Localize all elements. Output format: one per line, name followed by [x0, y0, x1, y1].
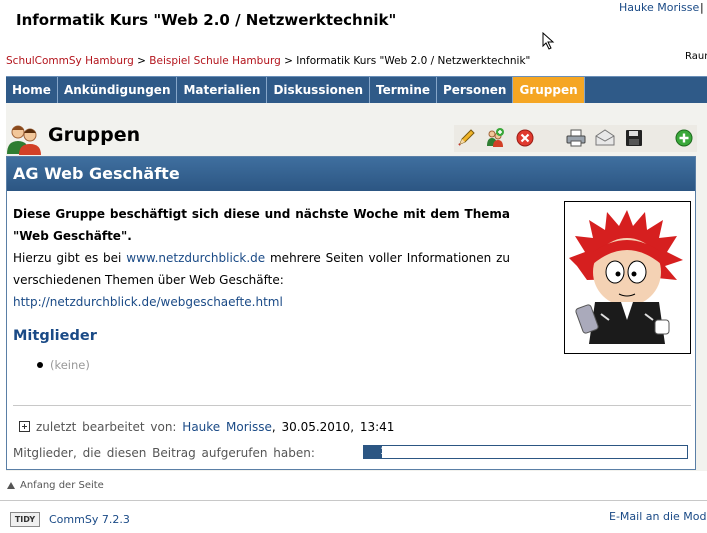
group-title: AG Web Geschäfte [13, 164, 180, 183]
last-edited: zuletzt bearbeitet von: Hauke Morisse, 3… [36, 420, 394, 434]
breadcrumb-separator: > [284, 55, 293, 67]
breadcrumb-item-portal[interactable]: SchulCommSy Hamburg [6, 55, 134, 67]
section-title: Gruppen [48, 124, 141, 146]
last-edited-label: zuletzt bearbeitet von: [36, 420, 177, 434]
divider [13, 405, 691, 406]
tab-home[interactable]: Home [6, 77, 58, 104]
print-icon[interactable] [566, 128, 586, 148]
commsy-version-link[interactable]: CommSy 7.2.3 [49, 513, 130, 526]
tidy-badge[interactable]: TIDY [10, 512, 40, 527]
description-bold: Diese Gruppe beschäftigt sich diese und … [13, 207, 510, 243]
breadcrumb: SchulCommSy Hamburg > Beispiel Schule Ha… [6, 55, 530, 67]
mail-icon[interactable] [595, 128, 615, 148]
edit-icon[interactable] [456, 128, 476, 148]
tab-personen[interactable]: Personen [437, 77, 514, 104]
expand-plus-icon[interactable] [19, 421, 30, 432]
save-icon[interactable] [624, 128, 644, 148]
add-member-icon[interactable] [485, 128, 505, 148]
add-icon[interactable] [674, 128, 694, 148]
tab-diskussionen[interactable]: Diskussionen [267, 77, 371, 104]
breadcrumb-item-school[interactable]: Beispiel Schule Hamburg [149, 55, 281, 67]
page-title: Informatik Kurs "Web 2.0 / Netzwerktechn… [16, 11, 397, 29]
last-editor-link[interactable]: Hauke Morisse [182, 420, 272, 434]
back-to-top-link[interactable]: Anfang der Seite [20, 480, 104, 491]
members-heading: Mitglieder [13, 328, 97, 344]
views-count: 1 [380, 447, 386, 457]
members-empty: (keine) [50, 358, 90, 372]
views-bar: 1 [363, 445, 688, 459]
footer-divider [0, 500, 707, 501]
action-toolbar [454, 125, 697, 152]
breadcrumb-separator: > [137, 55, 146, 67]
avatar-image [569, 210, 683, 344]
group-header: AG Web Geschäfte [7, 157, 695, 191]
webgeschaefte-link[interactable]: http://netzdurchblick.de/webgeschaefte.h… [13, 295, 283, 309]
main-nav: Home Ankündigungen Materialien Diskussio… [6, 76, 707, 104]
email-moderation-link[interactable]: E-Mail an die Mode [609, 510, 707, 523]
group-avatar [564, 201, 691, 354]
netzdurchblick-link[interactable]: www.netzdurchblick.de [126, 251, 265, 265]
mouse-cursor-icon [542, 32, 555, 50]
groups-icon [7, 125, 41, 155]
views-label: Mitglieder, die diesen Beitrag aufgerufe… [13, 446, 315, 460]
room-label-cut[interactable]: Raur [685, 51, 707, 62]
last-edited-date: , 30.05.2010, 13:41 [271, 420, 395, 434]
group-description: Diese Gruppe beschäftigt sich diese und … [13, 203, 510, 313]
tab-materialien[interactable]: Materialien [177, 77, 268, 104]
tab-termine[interactable]: Termine [370, 77, 437, 104]
tab-gruppen[interactable]: Gruppen [513, 77, 585, 104]
description-text: Hierzu gibt es bei [13, 251, 127, 265]
user-name-link[interactable]: Hauke Morisse [619, 1, 699, 14]
tab-ankuendigungen[interactable]: Ankündigungen [58, 77, 178, 104]
delete-icon[interactable] [515, 128, 535, 148]
arrow-up-icon [7, 482, 15, 489]
breadcrumb-item-current: Informatik Kurs "Web 2.0 / Netzwerktechn… [296, 55, 531, 67]
user-separator: | [700, 1, 704, 14]
list-bullet [37, 362, 43, 368]
